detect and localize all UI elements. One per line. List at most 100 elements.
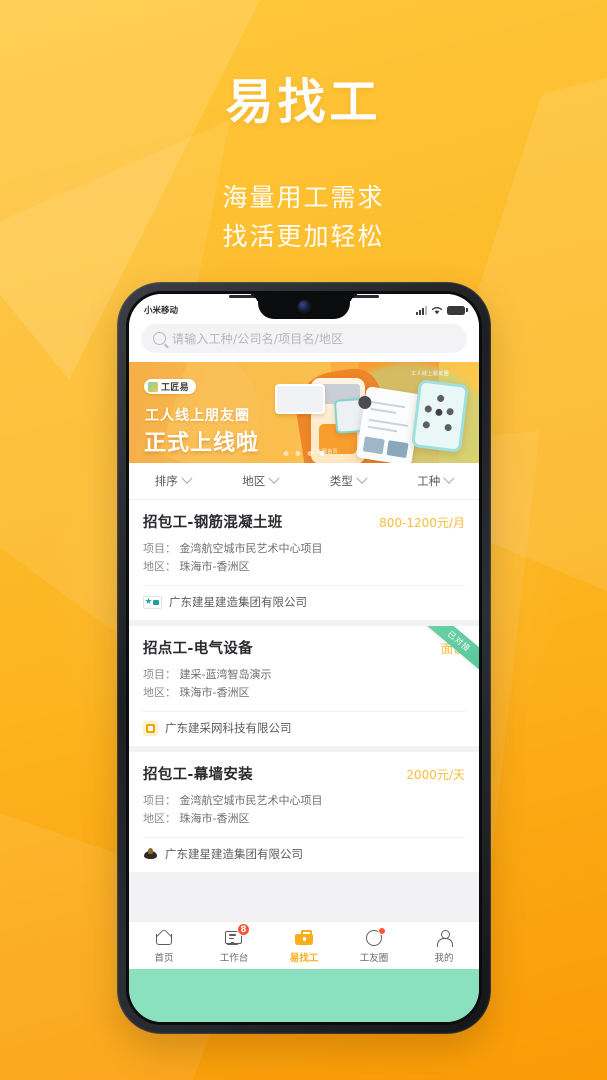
filter-bar: 排序 地区 类型 工种 [129,463,479,500]
filter-sort[interactable]: 排序 [129,472,217,489]
banner-card-c [355,386,423,463]
workbench-icon: 8 [224,922,250,947]
status-icons [416,305,468,315]
job-list: 招包工-钢筋混凝土班 800-1200元/月 项目： 金湾航空城市民艺术中心项目… [129,500,479,921]
tab-workbench[interactable]: 8 工作台 [199,922,269,964]
tab-workbench-label: 工作台 [219,952,249,964]
tab-home-label: 首页 [154,952,174,964]
jianxing-dark-logo-icon [143,847,158,862]
job-region-label: 地区： [143,686,176,699]
phone-screen: 小米移动 请输入工种/公司名/项目名/地区 工人线上朋友圈 工友圈首页 工匠易 … [129,294,479,1022]
compass-icon [364,926,386,947]
notification-dot-icon [378,926,386,935]
banner-dot-2[interactable] [295,451,301,456]
job-project-label: 项目： [143,542,176,555]
job-project-value: 建采-蓝湾智岛演示 [179,668,272,681]
search-section: 请输入工种/公司名/项目名/地区 [129,321,479,362]
job-project-row: 项目： 金湾航空城市民艺术中心项目 [143,540,465,558]
job-region-value: 珠海市-香洲区 [179,812,250,825]
filter-sort-label: 排序 [154,474,178,488]
search-input[interactable]: 请输入工种/公司名/项目名/地区 [141,324,467,353]
phone-bezel: 小米移动 请输入工种/公司名/项目名/地区 工人线上朋友圈 工友圈首页 工匠易 … [126,291,482,1025]
filter-type[interactable]: 类型 [304,472,392,489]
filter-worktype[interactable]: 工种 [392,472,480,489]
tab-home[interactable]: 首页 [129,928,199,964]
front-camera-icon [298,301,310,312]
poster-title: 易找工 [225,74,382,130]
job-card-divider [143,711,465,712]
job-region-value: 珠海市-香洲区 [179,686,250,699]
job-card[interactable]: 已对接 招点工-电气设备 面议 项目： 建采-蓝湾智岛演示 地区： 珠海市-香洲… [129,626,479,746]
carrier-label: 小米移动 [144,305,179,316]
banner-dot-3[interactable] [307,451,313,456]
filter-type-label: 类型 [329,474,353,488]
job-project-value: 金湾航空城市民艺术中心项目 [179,794,323,807]
poster-subtitle-line-1: 海量用工需求 [222,183,385,212]
job-price: 800-1200元/月 [379,516,465,530]
job-region-row: 地区： 珠海市-香洲区 [143,684,465,702]
job-company[interactable]: 广东建采网科技有限公司 [143,720,465,736]
chevron-down-icon [443,472,455,484]
chevron-down-icon [356,472,368,484]
job-title: 招包工-钢筋混凝土班 [143,515,283,531]
promo-banner[interactable]: 工人线上朋友圈 工友圈首页 工匠易 工人线上朋友圈 正式上线啦 [129,362,479,463]
banner-pagination[interactable] [283,451,325,456]
wifi-icon [431,306,443,314]
job-region-value: 珠海市-香洲区 [179,560,250,573]
job-company-name: 广东建星建造集团有限公司 [169,595,307,609]
job-card[interactable]: 招包工-钢筋混凝土班 800-1200元/月 项目： 金湾航空城市民艺术中心项目… [129,500,479,620]
banner-caption-top: 工人线上朋友圈 [411,371,449,377]
tab-profile[interactable]: 我的 [409,928,479,964]
jianxing-logo-icon [143,595,162,609]
search-placeholder: 请输入工种/公司名/项目名/地区 [172,332,344,346]
banner-card-d [411,379,469,453]
banner-dot-1[interactable] [283,451,289,456]
banner-brand-badge: 工匠易 [144,379,196,394]
job-company[interactable]: 广东建星建造集团有限公司 [143,594,465,610]
job-company[interactable]: 广东建星建造集团有限公司 [143,846,465,862]
home-icon [154,928,174,947]
job-region-row: 地区： 珠海市-香洲区 [143,810,465,828]
job-region-label: 地区： [143,560,176,573]
poster-subtitle-line-2: 找活更加轻松 [222,222,385,251]
banner-dot-4[interactable] [319,451,325,456]
job-project-row: 项目： 金湾航空城市民艺术中心项目 [143,792,465,810]
job-card-header: 招包工-钢筋混凝土班 800-1200元/月 [143,511,465,532]
job-meta: 项目： 金湾航空城市民艺术中心项目 地区： 珠海市-香洲区 [143,792,465,828]
job-region-row: 地区： 珠海市-香洲区 [143,558,465,576]
job-region-label: 地区： [143,812,176,825]
briefcase-icon [294,928,314,947]
banner-headline-2: 正式上线啦 [144,431,260,456]
signal-bars-icon [416,305,427,315]
job-project-label: 项目： [143,794,176,807]
job-company-name: 广东建星建造集团有限公司 [165,847,303,861]
job-title: 招包工-幕墙安装 [143,767,253,783]
phone-mockup: 小米移动 请输入工种/公司名/项目名/地区 工人线上朋友圈 工友圈首页 工匠易 … [117,282,491,1034]
home-indicator-area [129,969,479,1022]
chevron-down-icon [181,472,193,484]
job-card[interactable]: 招包工-幕墙安装 2000元/天 项目： 金湾航空城市民艺术中心项目 地区： 珠… [129,752,479,872]
banner-headline-1: 工人线上朋友圈 [145,408,250,424]
tab-worker-circle-label: 工友圈 [359,952,389,964]
poster-subtitle: 海量用工需求 找活更加轻松 [0,178,607,256]
job-card-divider [143,585,465,586]
tab-find-work-label: 易找工 [289,952,319,964]
job-price: 2000元/天 [406,768,465,782]
banner-brand-label: 工匠易 [161,383,189,393]
tab-worker-circle[interactable]: 工友圈 [339,926,409,964]
tab-find-work[interactable]: 易找工 [269,928,339,964]
workbench-badge: 8 [237,922,250,936]
job-meta: 项目： 建采-蓝湾智岛演示 地区： 珠海市-香洲区 [143,666,465,702]
search-icon [153,332,166,345]
bottom-tab-bar: 首页 8 工作台 易找工 工友圈 我的 [129,921,479,969]
user-icon [434,928,454,947]
filter-region[interactable]: 地区 [217,472,305,489]
job-company-name: 广东建采网科技有限公司 [165,721,292,735]
job-project-value: 金湾航空城市民艺术中心项目 [179,542,323,555]
tab-profile-label: 我的 [434,952,454,964]
job-title: 招点工-电气设备 [143,641,253,657]
job-project-row: 项目： 建采-蓝湾智岛演示 [143,666,465,684]
battery-icon [447,305,468,315]
filter-region-label: 地区 [242,474,266,488]
job-card-header: 招点工-电气设备 面议 [143,637,465,658]
